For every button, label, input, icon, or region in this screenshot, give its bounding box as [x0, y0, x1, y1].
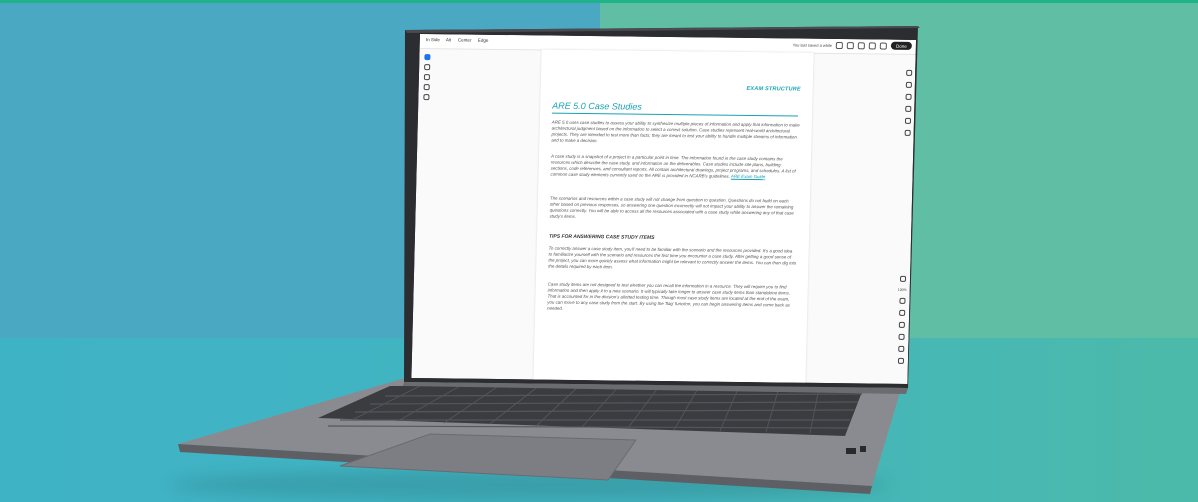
paragraph-tip-2: Case study items are not designed to tes… [547, 281, 791, 311]
menu-item-edge[interactable]: Edge [478, 38, 489, 43]
pen-tool-icon[interactable] [424, 74, 430, 80]
zoom-tool-icon[interactable] [424, 64, 430, 70]
zoom-in-icon[interactable] [899, 298, 905, 304]
paragraph-intro: ARE 5.0 uses case studies to assess your… [551, 119, 800, 144]
settings-icon[interactable] [880, 42, 887, 49]
title-divider [552, 113, 798, 117]
text-tool-icon[interactable] [424, 84, 430, 90]
attachment-icon[interactable] [905, 106, 911, 112]
layers-icon[interactable] [905, 118, 911, 124]
toolbar-right-group: You last saved a while Done [793, 40, 912, 49]
usb-c-port [860, 446, 866, 452]
document-page[interactable]: EXAM STRUCTURE ARE 5.0 Case Studies ARE … [533, 49, 814, 383]
page-header: EXAM STRUCTURE [746, 85, 801, 93]
fit-page-icon[interactable] [899, 276, 905, 282]
page-title: ARE 5.0 Case Studies [552, 100, 642, 112]
menu-item-in-side[interactable]: In Side [426, 37, 440, 42]
scroll-down-icon[interactable] [897, 358, 903, 364]
left-tool-rail [421, 54, 432, 100]
share-icon[interactable] [858, 42, 865, 49]
done-button[interactable]: Done [891, 42, 912, 50]
undo-icon[interactable] [836, 41, 843, 48]
scroll-up-icon[interactable] [898, 346, 904, 352]
print-icon[interactable] [847, 42, 854, 49]
zoom-level: 100% [897, 287, 907, 292]
rotate-icon[interactable] [898, 322, 904, 328]
right-zoom-rail: 100% [896, 276, 907, 364]
zoom-out-icon[interactable] [899, 310, 905, 316]
laptop-screen[interactable]: In Side Alt Center Edge You last saved a… [411, 34, 916, 384]
save-status: You last saved a while [792, 41, 833, 48]
hand-tool-icon[interactable] [898, 334, 904, 340]
search-icon[interactable] [905, 130, 911, 136]
paragraph-case-study: A case study is a snapshot of a project … [550, 154, 799, 181]
menu-item-center[interactable]: Center [458, 37, 472, 42]
download-icon[interactable] [869, 42, 876, 49]
right-tool-rail [905, 70, 913, 136]
paragraph-scenarios: The scenarios and resources within a cas… [549, 195, 794, 219]
bookmark-icon[interactable] [906, 94, 912, 100]
menu-item-alt[interactable]: Alt [446, 37, 451, 42]
select-tool-icon[interactable] [424, 54, 430, 60]
usb-port [846, 448, 856, 454]
page-icon[interactable] [906, 82, 912, 88]
paragraph-tip-1: To correctly answer a case study item, y… [548, 245, 797, 270]
highlight-tool-icon[interactable] [423, 94, 429, 100]
comment-icon[interactable] [906, 70, 912, 76]
section-heading-tips: TIPS FOR ANSWERING CASE STUDY ITEMS [548, 233, 655, 241]
exam-guide-link[interactable]: ARE Exam Guide [731, 174, 766, 179]
